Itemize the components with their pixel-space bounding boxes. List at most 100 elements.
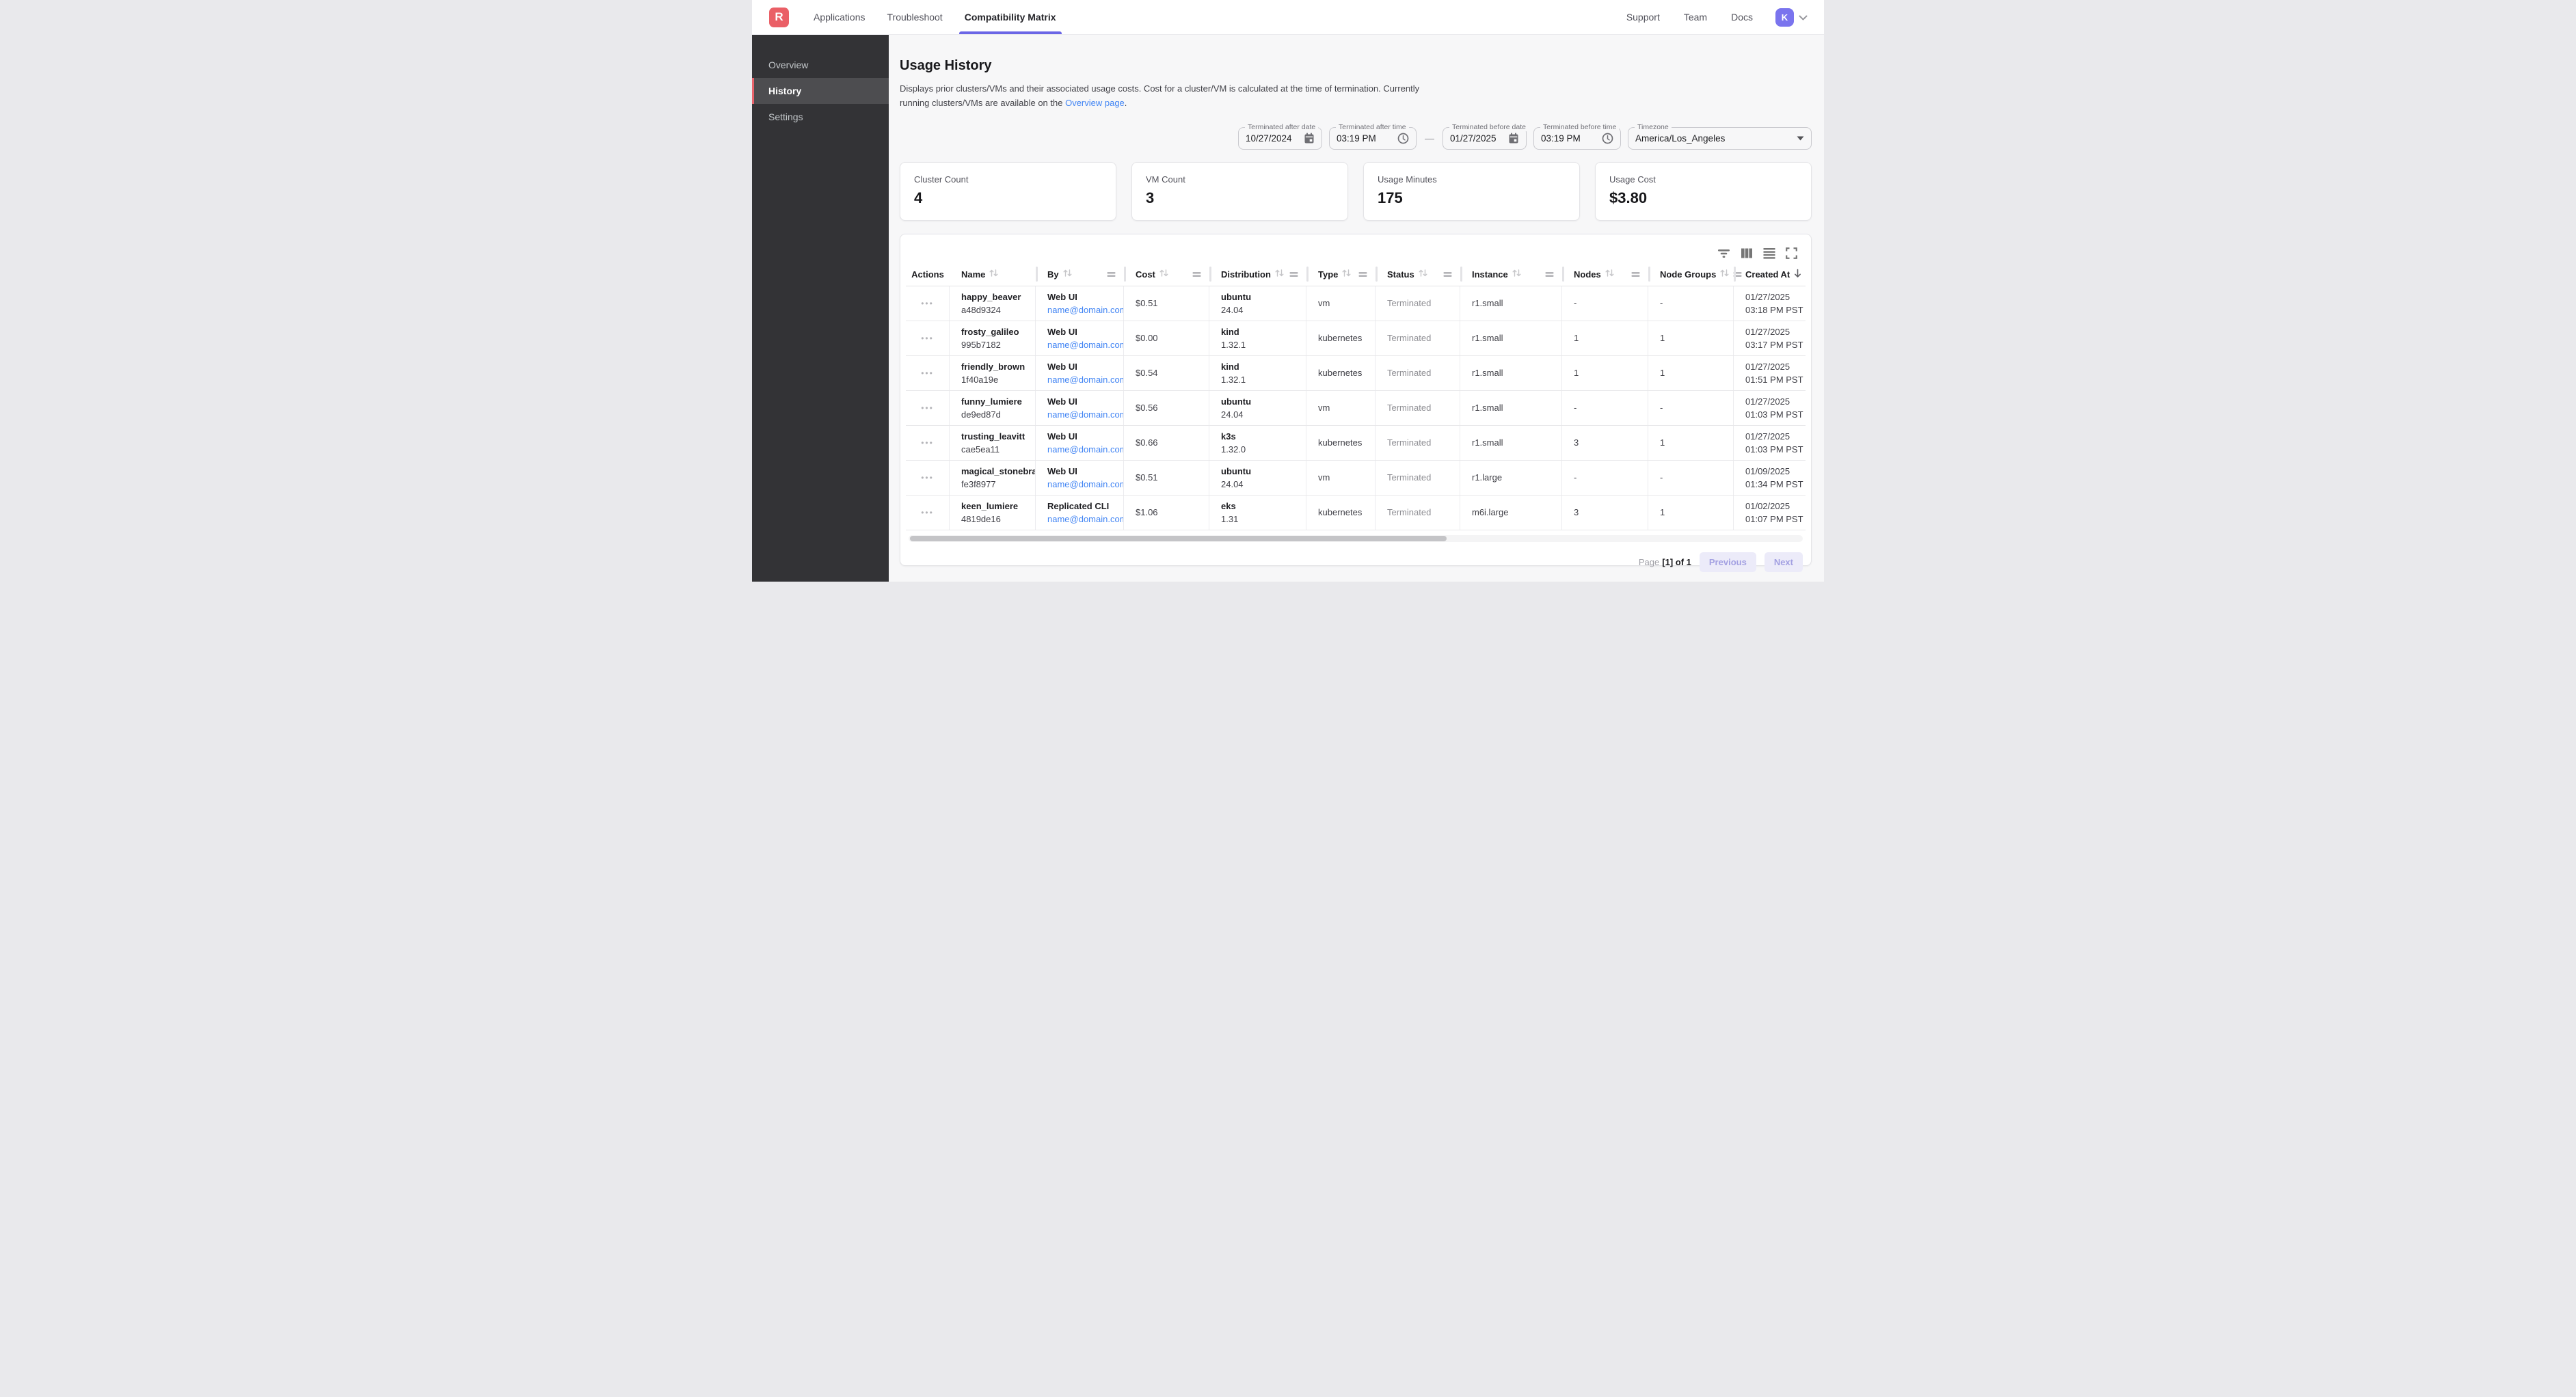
timezone-select[interactable]: Timezone America/Los_Angeles <box>1628 127 1812 150</box>
by-cell: Web UIname@domain.com <box>1036 321 1124 355</box>
distribution-version: 1.32.1 <box>1221 375 1306 385</box>
terminated-before-date-field[interactable]: Terminated before date 01/27/2025 <box>1443 127 1527 150</box>
previous-button[interactable]: Previous <box>1700 552 1756 572</box>
instance-value: r1.small <box>1472 437 1561 448</box>
row-actions-menu-icon[interactable]: ••• <box>921 370 934 377</box>
row-actions-menu-icon[interactable]: ••• <box>921 474 934 481</box>
field-value: America/Los_Angeles <box>1635 133 1725 144</box>
sort-icon[interactable] <box>1341 269 1352 280</box>
sort-icon[interactable] <box>1512 269 1522 280</box>
created-date: 01/27/2025 <box>1745 327 1806 337</box>
node-groups-value: - <box>1660 472 1733 483</box>
sidebar-item-overview[interactable]: Overview <box>752 52 889 78</box>
tab-compatibility-matrix[interactable]: Compatibility Matrix <box>959 0 1062 34</box>
created-by-email-link[interactable]: name@domain.com <box>1047 444 1123 455</box>
page-indicator: Page[1] of 1 <box>1639 557 1691 567</box>
calendar-icon[interactable] <box>1304 133 1315 144</box>
sort-icon[interactable] <box>1418 269 1428 280</box>
cost-cell: $0.00 <box>1124 321 1209 355</box>
sorted-desc-icon[interactable] <box>1793 269 1802 280</box>
nav-support[interactable]: Support <box>1626 12 1660 23</box>
column-label: Node Groups <box>1660 269 1716 280</box>
row-actions-menu-icon[interactable]: ••• <box>921 439 934 446</box>
table-footer: Page[1] of 1 Previous Next <box>906 552 1806 572</box>
column-menu-icon[interactable] <box>1289 271 1298 277</box>
tab-applications[interactable]: Applications <box>808 0 871 34</box>
sort-icon[interactable] <box>1605 269 1615 280</box>
terminated-after-date-field[interactable]: Terminated after date 10/27/2024 <box>1238 127 1322 150</box>
column-header[interactable]: By <box>1036 263 1124 286</box>
column-menu-icon[interactable] <box>1631 271 1640 277</box>
distribution-cell: kind1.32.1 <box>1209 321 1306 355</box>
column-header[interactable]: Created At <box>1734 263 1806 286</box>
chevron-down-icon[interactable] <box>1799 12 1808 25</box>
app-window: R Applications Troubleshoot Compatibilit… <box>752 0 1824 582</box>
replicated-logo[interactable]: R <box>769 8 789 27</box>
next-button[interactable]: Next <box>1765 552 1803 572</box>
fullscreen-icon[interactable] <box>1786 247 1797 259</box>
cluster-id: fe3f8977 <box>961 479 1035 489</box>
row-actions-menu-icon[interactable]: ••• <box>921 405 934 411</box>
column-header: Actions <box>906 263 950 286</box>
column-menu-icon[interactable] <box>1545 271 1554 277</box>
created-by-email-link[interactable]: name@domain.com <box>1047 375 1123 385</box>
sort-icon[interactable] <box>1719 269 1730 280</box>
instance-value: r1.large <box>1472 472 1561 483</box>
scrollbar-thumb[interactable] <box>910 536 1447 541</box>
sort-icon[interactable] <box>1274 269 1285 280</box>
column-header[interactable]: Nodes <box>1562 263 1648 286</box>
nav-docs[interactable]: Docs <box>1731 12 1753 23</box>
sidebar-item-history[interactable]: History <box>752 78 889 104</box>
sort-icon[interactable] <box>1159 269 1169 280</box>
clock-icon[interactable] <box>1602 133 1613 144</box>
column-header[interactable]: Instance <box>1460 263 1562 286</box>
column-menu-icon[interactable] <box>1192 271 1201 277</box>
column-header[interactable]: Cost <box>1124 263 1209 286</box>
table-row: ••• friendly_brown1f40a19e Web UIname@do… <box>906 356 1806 391</box>
tab-troubleshoot[interactable]: Troubleshoot <box>882 0 948 34</box>
instance-cell: r1.small <box>1460 321 1562 355</box>
created-date: 01/27/2025 <box>1745 431 1806 442</box>
calendar-icon[interactable] <box>1508 133 1519 144</box>
row-actions-menu-icon[interactable]: ••• <box>921 509 934 516</box>
row-actions-menu-icon[interactable]: ••• <box>921 335 934 342</box>
instance-value: r1.small <box>1472 298 1561 308</box>
created-by-email-link[interactable]: name@domain.com <box>1047 479 1123 489</box>
caret-down-icon[interactable] <box>1797 136 1804 141</box>
terminated-before-time-field[interactable]: Terminated before time 03:19 PM <box>1533 127 1621 150</box>
clock-icon[interactable] <box>1397 133 1409 144</box>
avatar[interactable]: K <box>1775 8 1794 27</box>
node-groups-value: - <box>1660 298 1733 308</box>
density-icon[interactable] <box>1763 247 1775 259</box>
overview-page-link[interactable]: Overview page <box>1065 98 1125 108</box>
stat-card-vm-count: VM Count 3 <box>1131 162 1348 221</box>
nav-team[interactable]: Team <box>1684 12 1707 23</box>
sidebar-item-settings[interactable]: Settings <box>752 104 889 130</box>
distribution-version: 1.32.1 <box>1221 340 1306 350</box>
filter-icon[interactable] <box>1717 247 1730 259</box>
row-actions-cell: ••• <box>906 356 950 390</box>
stats-row: Cluster Count 4 VM Count 3 Usage Minutes… <box>900 162 1812 221</box>
created-by-email-link[interactable]: name@domain.com <box>1047 514 1123 524</box>
column-label: Type <box>1318 269 1338 280</box>
created-by-email-link[interactable]: name@domain.com <box>1047 409 1123 420</box>
distribution-name: ubuntu <box>1221 292 1306 302</box>
field-label: Terminated before date <box>1449 123 1529 131</box>
sort-icon[interactable] <box>989 269 999 280</box>
row-actions-menu-icon[interactable]: ••• <box>921 300 934 307</box>
column-header[interactable]: Type <box>1306 263 1376 286</box>
nodes-cell: 3 <box>1562 496 1648 530</box>
terminated-after-time-field[interactable]: Terminated after time 03:19 PM <box>1329 127 1417 150</box>
column-menu-icon[interactable] <box>1443 271 1452 277</box>
created-by-email-link[interactable]: name@domain.com <box>1047 305 1123 315</box>
sort-icon[interactable] <box>1062 269 1073 280</box>
created-by-email-link[interactable]: name@domain.com <box>1047 340 1123 350</box>
column-header[interactable]: Node Groups <box>1648 263 1734 286</box>
column-menu-icon[interactable] <box>1358 271 1367 277</box>
column-header[interactable]: Status <box>1376 263 1460 286</box>
column-header[interactable]: Distribution <box>1209 263 1306 286</box>
columns-icon[interactable] <box>1741 247 1753 259</box>
status-badge: Terminated <box>1387 507 1460 517</box>
column-header[interactable]: Name <box>950 263 1036 286</box>
column-menu-icon[interactable] <box>1107 271 1116 277</box>
